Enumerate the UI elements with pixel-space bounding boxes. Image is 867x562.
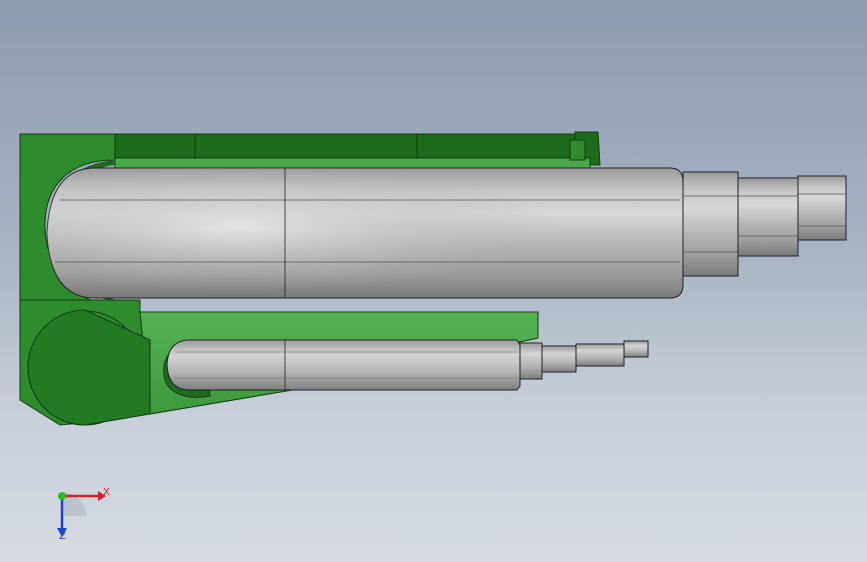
orientation-triad: X Z — [40, 480, 120, 550]
small-bit-tool[interactable] — [166, 339, 649, 391]
graphics-viewport[interactable]: X Z — [0, 0, 867, 562]
z-axis-label: Z — [59, 531, 66, 542]
x-axis-label: X — [103, 487, 110, 498]
model-view[interactable] — [0, 0, 867, 562]
large-bit-tool[interactable] — [46, 167, 847, 299]
